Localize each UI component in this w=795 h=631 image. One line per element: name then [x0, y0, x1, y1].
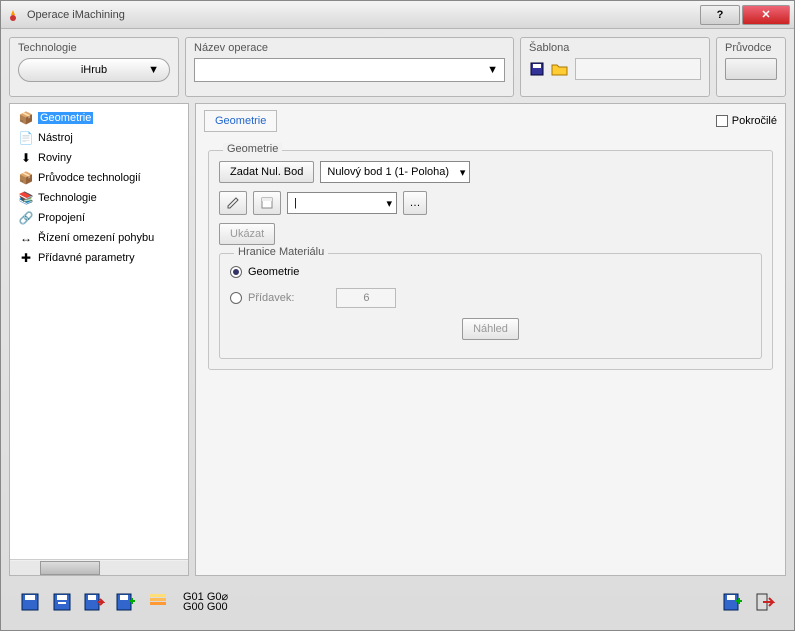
radio-pridavek[interactable]	[230, 292, 242, 304]
hranice-legend: Hranice Materiálu	[234, 246, 328, 258]
close-button[interactable]: ✕	[742, 5, 790, 25]
tree-item-label: Propojení	[38, 212, 85, 224]
zadat-nul-bod-button[interactable]: Zadat Nul. Bod	[219, 161, 314, 183]
technologie-value: iHrub	[81, 64, 107, 76]
save-export-icon[interactable]	[81, 589, 107, 615]
radio-pridavek-label: Přídavek:	[248, 292, 294, 304]
caret-icon: |	[294, 197, 297, 209]
radio-geometrie[interactable]	[230, 266, 242, 278]
browse-button[interactable]: …	[403, 191, 427, 215]
radio-geometrie-label: Geometrie	[248, 266, 299, 278]
chevron-down-icon: ▾	[460, 166, 466, 179]
pokrocile-label: Pokročilé	[732, 115, 777, 127]
tree-item[interactable]: 🔗 Propojení	[14, 208, 184, 228]
layers-icon[interactable]	[145, 589, 171, 615]
save-plus-icon[interactable]	[720, 589, 746, 615]
sablona-field[interactable]	[575, 58, 701, 80]
tree-item[interactable]: ✚ Přídavné parametry	[14, 248, 184, 268]
tree-item-icon: 📄	[18, 130, 34, 146]
tree-item-icon: ⬇	[18, 150, 34, 166]
nahled-button[interactable]: Náhled	[462, 318, 519, 340]
pruvodce-label: Průvodce	[725, 42, 777, 54]
checkbox-icon	[716, 115, 728, 127]
tree-item-label: Řízení omezení pohybu	[38, 232, 154, 244]
scroll-thumb[interactable]	[40, 561, 100, 575]
open-icon[interactable]	[551, 62, 569, 76]
geometrie-fieldset: Geometrie Zadat Nul. Bod Nulový bod 1 (1…	[208, 150, 773, 370]
tree-item-icon: 🔗	[18, 210, 34, 226]
chevron-down-icon: ▼	[487, 64, 498, 76]
geom-combo[interactable]: | ▾	[287, 192, 397, 214]
main-area: 📦 Geometrie 📄 Nástroj ⬇ Roviny 📦 Průvodce techn…	[9, 103, 786, 576]
h-scrollbar[interactable]	[10, 559, 188, 575]
chevron-down-icon: ▼	[148, 64, 159, 76]
titlebar: Operace iMachining ? ✕	[1, 1, 794, 29]
tree-item[interactable]: 📚 Technologie	[14, 188, 184, 208]
tree-item-label: Roviny	[38, 152, 72, 164]
form: Geometrie Zadat Nul. Bod Nulový bod 1 (1…	[196, 138, 785, 378]
tree-item[interactable]: ↔ Řízení omezení pohybu	[14, 228, 184, 248]
technologie-panel: Technologie iHrub ▼	[9, 37, 179, 97]
window-title: Operace iMachining	[27, 9, 698, 21]
tree-item-icon: ✚	[18, 250, 34, 266]
technologie-label: Technologie	[18, 42, 170, 54]
tree-item-icon: 📚	[18, 190, 34, 206]
save-icon[interactable]	[529, 61, 545, 77]
ukazat-button[interactable]: Ukázat	[219, 223, 275, 245]
gcode-text: G01 G0⌀ G00 G00	[183, 592, 228, 612]
hranice-fieldset: Hranice Materiálu Geometrie Přídavek: 6 …	[219, 253, 762, 359]
sablona-label: Šablona	[529, 42, 701, 54]
footer: G01 G0⌀ G00 G00	[9, 582, 786, 622]
tree-item[interactable]: 📦 Geometrie	[14, 108, 184, 128]
content: Technologie iHrub ▼ Název operace ▼ Šabl…	[1, 29, 794, 630]
geometrie-legend: Geometrie	[223, 143, 282, 155]
tree-item-label: Průvodce technologií	[38, 172, 141, 184]
help-button[interactable]: ?	[700, 5, 740, 25]
tree-item-label: Technologie	[38, 192, 97, 204]
nulovy-bod-combo[interactable]: Nulový bod 1 (1- Poloha) ▾	[320, 161, 470, 183]
pokrocile-checkbox[interactable]: Pokročilé	[716, 115, 777, 127]
nazev-panel: Název operace ▼	[185, 37, 514, 97]
tab-geometrie[interactable]: Geometrie	[204, 110, 277, 132]
edit-button[interactable]	[219, 191, 247, 215]
app-icon	[5, 7, 21, 23]
right-panel: Geometrie Pokročilé Geometrie Zadat Nul.…	[195, 103, 786, 576]
window: Operace iMachining ? ✕ Technologie iHrub…	[0, 0, 795, 631]
tree: 📦 Geometrie 📄 Nástroj ⬇ Roviny 📦 Průvodce techn…	[10, 104, 188, 559]
tree-item-label: Nástroj	[38, 132, 73, 144]
tree-item-label: Přídavné parametry	[38, 252, 135, 264]
top-panels: Technologie iHrub ▼ Název operace ▼ Šabl…	[9, 37, 786, 97]
exit-icon[interactable]	[752, 589, 778, 615]
chevron-down-icon: ▾	[386, 197, 392, 210]
pruvodce-toggle[interactable]	[725, 58, 777, 80]
nazev-label: Název operace	[194, 42, 505, 54]
tree-item[interactable]: 📄 Nástroj	[14, 128, 184, 148]
tree-panel: 📦 Geometrie 📄 Nástroj ⬇ Roviny 📦 Průvodce techn…	[9, 103, 189, 576]
tree-item-label: Geometrie	[38, 112, 93, 124]
save-add-icon[interactable]	[113, 589, 139, 615]
pridavek-field: 6	[336, 288, 396, 308]
tree-item[interactable]: ⬇ Roviny	[14, 148, 184, 168]
tree-item-icon: 📦	[18, 110, 34, 126]
nazev-combo[interactable]: ▼	[194, 58, 505, 82]
right-top: Geometrie Pokročilé	[196, 104, 785, 138]
tree-item-icon: 📦	[18, 170, 34, 186]
pick-button[interactable]	[253, 191, 281, 215]
sablona-panel: Šablona	[520, 37, 710, 97]
pruvodce-panel: Průvodce	[716, 37, 786, 97]
nulovy-bod-value: Nulový bod 1 (1- Poloha)	[327, 166, 449, 178]
save-icon[interactable]	[17, 589, 43, 615]
technologie-dropdown[interactable]: iHrub ▼	[18, 58, 170, 82]
tree-item[interactable]: 📦 Průvodce technologií	[14, 168, 184, 188]
save-list-icon[interactable]	[49, 589, 75, 615]
tree-item-icon: ↔	[18, 230, 34, 246]
